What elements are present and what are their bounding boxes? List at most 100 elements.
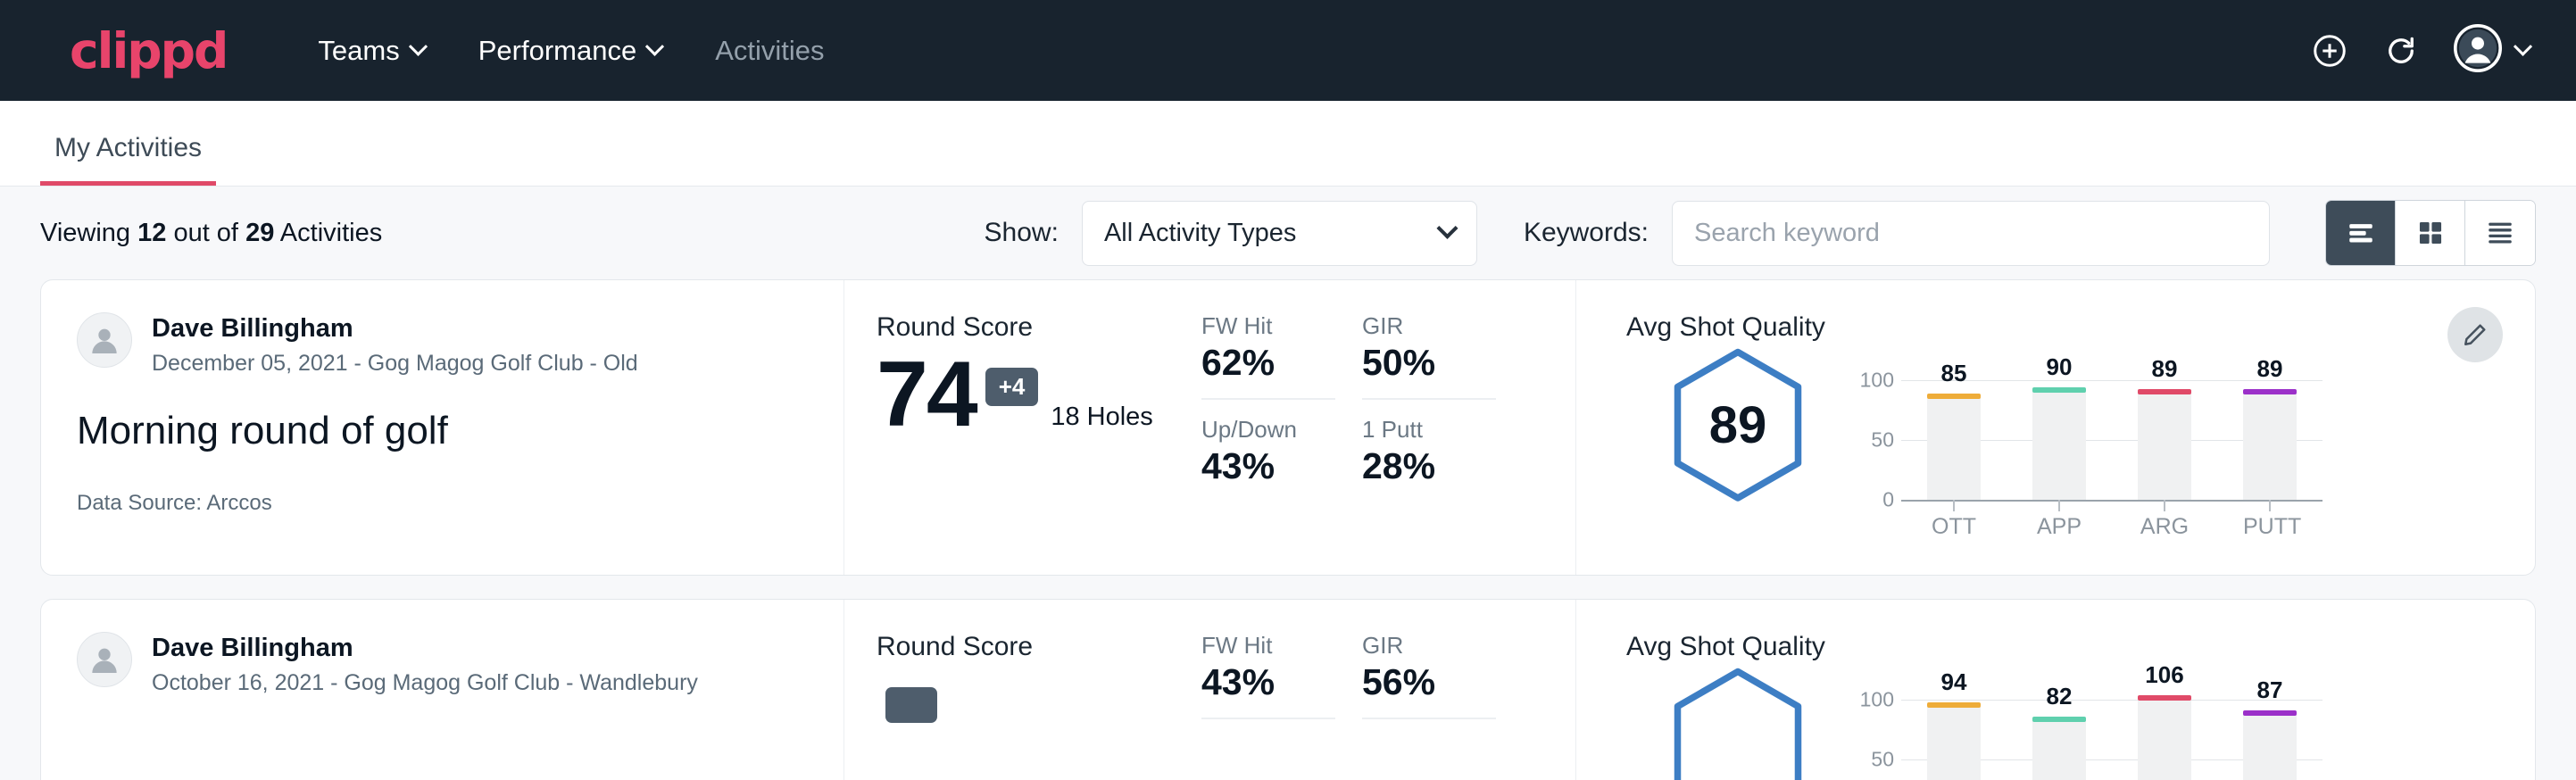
- y-axis-tick-label: 50: [1849, 428, 1894, 452]
- edit-activity-button[interactable]: [2447, 307, 2503, 362]
- y-axis-tick-label: 0: [1849, 488, 1894, 512]
- view-mode-toggle: [2325, 200, 2536, 266]
- stat-value: 43%: [1201, 445, 1335, 502]
- viewing-middle: out of: [173, 219, 238, 247]
- show-label: Show:: [985, 218, 1059, 248]
- clippd-logo[interactable]: clippd: [70, 22, 227, 79]
- nav-item-teams[interactable]: Teams: [291, 26, 451, 76]
- user-avatar-icon: [2454, 24, 2502, 77]
- compact-list-view-icon[interactable]: [2465, 201, 2535, 265]
- bar-value-label: 90: [2047, 353, 2073, 381]
- holes-count: 18 Holes: [1051, 402, 1152, 432]
- x-axis-label: OTT: [1927, 514, 1981, 540]
- bar-value-label: 94: [1941, 668, 1967, 696]
- score-to-par-badge: [885, 687, 937, 723]
- activity-type-value: All Activity Types: [1104, 219, 1296, 248]
- activity-meta: October 16, 2021 - Gog Magog Golf Club -…: [152, 670, 698, 696]
- bar: [1927, 707, 1981, 780]
- bar: [2138, 394, 2191, 500]
- filter-controls: Show: All Activity Types Keywords:: [985, 200, 2536, 266]
- nav-item-activities[interactable]: Activities: [688, 26, 851, 76]
- round-score-block: Round Score: [844, 600, 1201, 780]
- author-name: Dave Billingham: [152, 632, 698, 664]
- list-view-icon[interactable]: [2326, 201, 2396, 265]
- search-input[interactable]: [1672, 201, 2270, 266]
- bar-cap: [2138, 389, 2191, 394]
- avg-shot-quality-label: Avg Shot Quality: [1626, 632, 2535, 662]
- quality-hexagon: 89: [1626, 348, 1849, 502]
- stat-key: GIR: [1362, 312, 1496, 340]
- round-score-label: Round Score: [877, 312, 1201, 343]
- bar: [2243, 394, 2297, 500]
- viewing-total: 29: [245, 219, 274, 247]
- quality-score-value: 89: [1709, 395, 1767, 455]
- keywords-label: Keywords:: [1524, 218, 1649, 248]
- activity-card[interactable]: Dave Billingham October 16, 2021 - Gog M…: [40, 599, 2536, 780]
- score-to-par-badge: +4: [985, 368, 1039, 406]
- stat-value: 56%: [1362, 661, 1496, 719]
- bar-cap: [2032, 717, 2086, 722]
- stat-value: 43%: [1201, 661, 1335, 719]
- bar-cap: [2243, 389, 2297, 394]
- activity-title: Morning round of golf: [77, 409, 808, 453]
- stat-value: 28%: [1362, 445, 1496, 502]
- tab-bar: My Activities: [0, 101, 2576, 187]
- user-menu[interactable]: [2454, 24, 2530, 77]
- x-axis-tick: [2138, 500, 2191, 511]
- activity-author: Dave Billingham December 05, 2021 - Gog …: [77, 312, 808, 377]
- bar-column: 106: [2138, 676, 2191, 780]
- bar-cap: [1927, 702, 1981, 708]
- stat-key: FW Hit: [1201, 312, 1335, 340]
- x-axis-tick: [1927, 500, 1981, 511]
- tab-my-activities[interactable]: My Activities: [40, 133, 216, 186]
- bar: [2243, 715, 2297, 780]
- bar-column: 85: [1927, 357, 1981, 500]
- author-name: Dave Billingham: [152, 312, 638, 344]
- bar: [2138, 700, 2191, 780]
- filter-bar: Viewing 12 out of 29 Activities Show: Al…: [40, 187, 2536, 279]
- nav-item-performance[interactable]: Performance: [452, 26, 688, 76]
- stat-key: Up/Down: [1201, 416, 1335, 444]
- stat-value: 62%: [1201, 342, 1335, 400]
- viewing-prefix: Viewing: [40, 219, 130, 247]
- bar: [2032, 392, 2086, 500]
- bar-cap: [2032, 387, 2086, 393]
- y-axis-tick-label: 50: [1849, 748, 1894, 772]
- hexagon-icon: [1671, 668, 1805, 780]
- bar-group: 94 82 106 87: [1901, 676, 2323, 780]
- bar-column: 94: [1927, 676, 1981, 780]
- round-stats: FW Hit GIR 43% 56%: [1201, 600, 1576, 780]
- main-content: Viewing 12 out of 29 Activities Show: Al…: [0, 187, 2576, 780]
- avg-shot-quality-block: Avg Shot Quality 89 05010085908989 OTTAP…: [1576, 280, 2535, 575]
- viewing-count: 12: [137, 219, 166, 247]
- bar-cap: [2138, 695, 2191, 701]
- x-axis-label: PUTT: [2243, 514, 2297, 540]
- avg-shot-quality-block: Avg Shot Quality 050100948210687 OTTAPPA…: [1576, 600, 2535, 780]
- primary-nav: Teams Performance Activities: [291, 26, 851, 76]
- x-axis-ticks: [1901, 500, 2323, 511]
- bar-chart-plot: 050100948210687: [1849, 676, 2323, 780]
- round-score-block: Round Score 74 +4 18 Holes: [844, 280, 1201, 575]
- bar-column: 89: [2243, 357, 2297, 500]
- activity-author: Dave Billingham October 16, 2021 - Gog M…: [77, 632, 808, 696]
- grid-view-icon[interactable]: [2396, 201, 2465, 265]
- bar: [1927, 398, 1981, 500]
- bar-value-label: 89: [2152, 355, 2178, 383]
- x-axis-tick: [2032, 500, 2086, 511]
- bar-chart-plot: 05010085908989: [1849, 357, 2323, 500]
- refresh-icon[interactable]: [2382, 32, 2420, 70]
- nav-actions: [2311, 24, 2530, 77]
- activity-summary: Dave Billingham October 16, 2021 - Gog M…: [41, 600, 844, 780]
- nav-item-label: Performance: [478, 35, 636, 67]
- round-stats: FW Hit GIR 62% 50% Up/Down 1 Putt 43% 28…: [1201, 280, 1576, 575]
- bar-column: 87: [2243, 676, 2297, 780]
- activity-type-select[interactable]: All Activity Types: [1082, 201, 1477, 266]
- y-axis-tick-label: 100: [1849, 369, 1894, 393]
- plus-circle-icon[interactable]: [2311, 32, 2348, 70]
- activity-data-source: Data Source: Arccos: [77, 491, 808, 516]
- avatar: [77, 312, 132, 368]
- x-axis-label: APP: [2032, 514, 2086, 540]
- bar-column: 82: [2032, 676, 2086, 780]
- round-score-value: 74: [877, 348, 976, 441]
- activity-card[interactable]: Dave Billingham December 05, 2021 - Gog …: [40, 279, 2536, 576]
